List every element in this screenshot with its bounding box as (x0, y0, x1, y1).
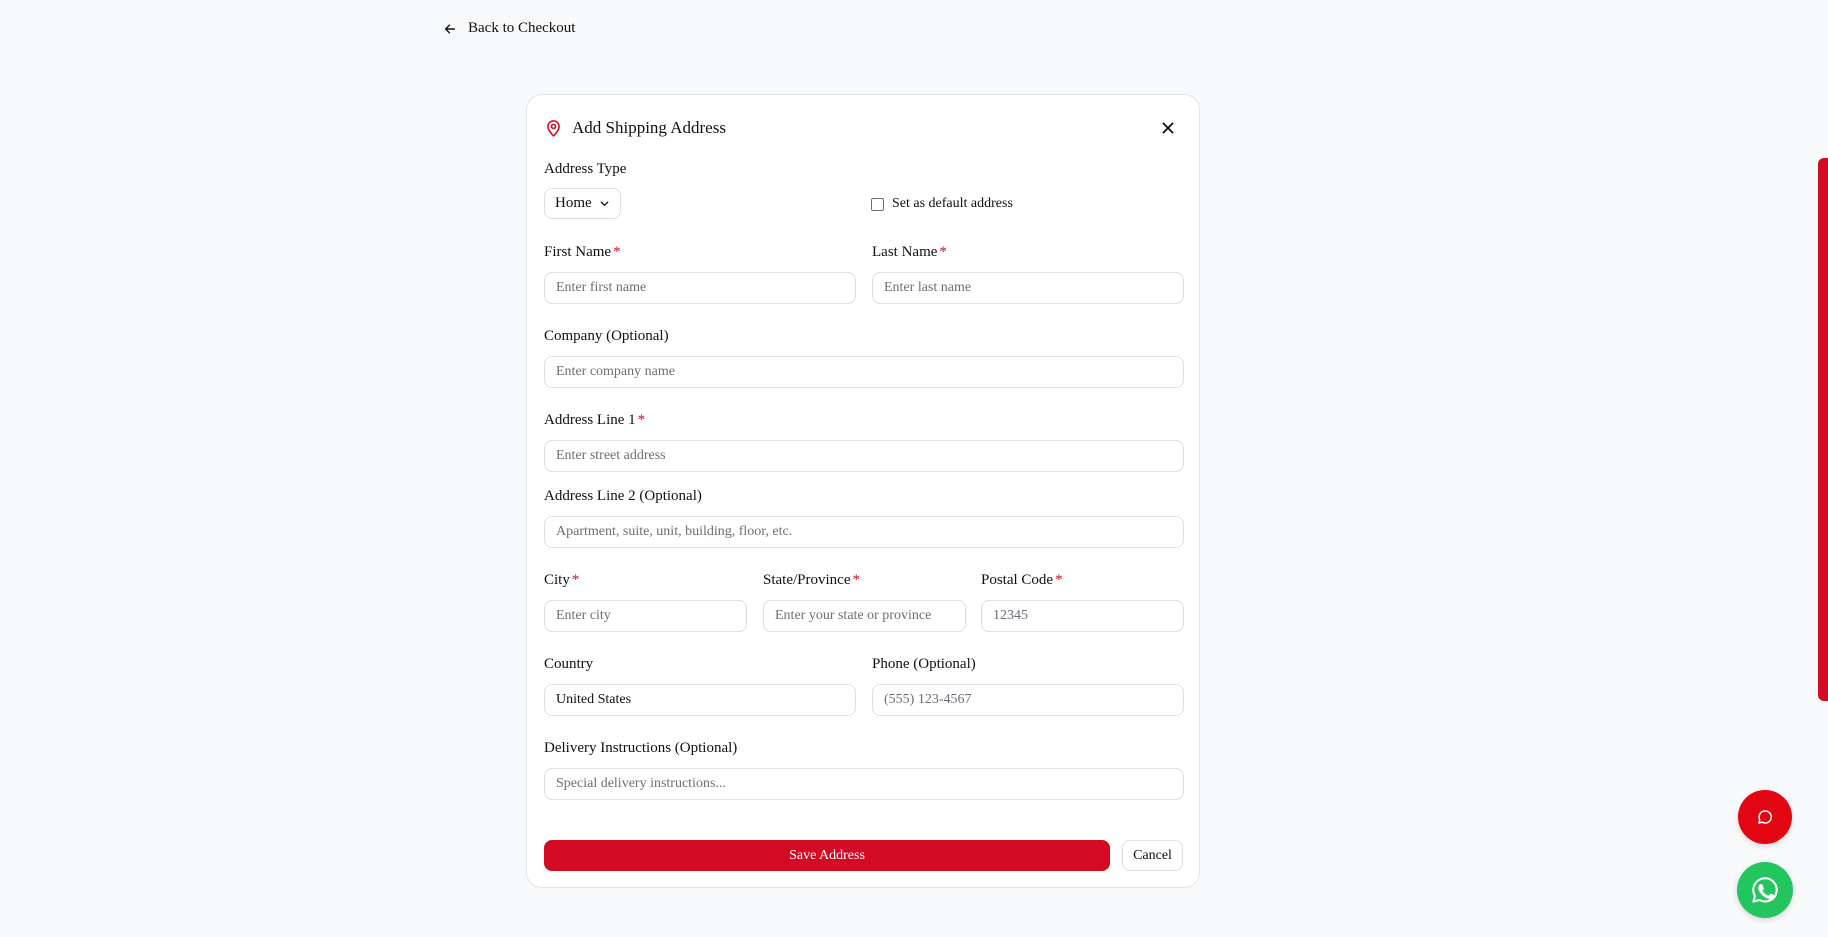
first-name-label: First Name * (544, 244, 621, 260)
default-address-label: Set as default address (892, 196, 1013, 211)
address-line1-label: Address Line 1 * (544, 412, 646, 428)
phone-field[interactable] (872, 684, 1184, 716)
delivery-instructions-label: Delivery Instructions (Optional) (544, 740, 738, 756)
close-icon[interactable] (1159, 119, 1177, 137)
required-marker: * (571, 572, 580, 588)
address-line1-field[interactable] (544, 440, 1184, 472)
whatsapp-icon (1752, 877, 1778, 903)
card-header: Add Shipping Address (544, 118, 726, 138)
address-type-value: Home (555, 195, 592, 211)
city-label: City * (544, 572, 580, 588)
required-marker: * (613, 244, 621, 260)
company-field[interactable] (544, 356, 1184, 388)
country-label: Country (544, 656, 594, 672)
chat-button[interactable] (1738, 790, 1792, 844)
phone-label: Phone (Optional) (872, 656, 976, 672)
company-label: Company (Optional) (544, 328, 669, 344)
state-label: State/Province * (763, 572, 860, 588)
cancel-button[interactable]: Cancel (1122, 840, 1183, 871)
address-line2-field[interactable] (544, 516, 1184, 548)
chat-bubble-icon (1758, 810, 1772, 824)
back-link-label: Back to Checkout (468, 20, 576, 36)
required-marker: * (637, 412, 646, 428)
arrow-left-icon (444, 23, 456, 34)
first-name-field[interactable] (544, 272, 856, 304)
add-address-card: Add Shipping Address Address Type Home S… (526, 94, 1200, 888)
map-pin-icon (547, 120, 560, 137)
required-marker: * (939, 244, 947, 260)
state-field[interactable] (763, 600, 966, 632)
postal-code-label: Postal Code * (981, 572, 1063, 588)
country-field[interactable] (544, 684, 856, 716)
last-name-field[interactable] (872, 272, 1184, 304)
default-address-option[interactable]: Set as default address (871, 196, 1013, 212)
back-to-checkout-link[interactable]: Back to Checkout (443, 20, 575, 37)
postal-code-field[interactable] (981, 600, 1184, 632)
address-line2-label: Address Line 2 (Optional) (544, 488, 702, 504)
required-marker: * (1055, 572, 1063, 588)
last-name-label: Last Name * (872, 244, 947, 260)
address-type-select[interactable]: Home (544, 188, 621, 219)
address-type-label: Address Type (544, 161, 627, 177)
required-marker: * (852, 572, 860, 588)
save-address-button[interactable]: Save Address (544, 840, 1110, 871)
delivery-instructions-field[interactable] (544, 768, 1184, 800)
chevron-down-icon (600, 201, 609, 206)
default-address-checkbox[interactable] (871, 197, 884, 211)
whatsapp-button[interactable] (1737, 862, 1793, 918)
card-title: Add Shipping Address (572, 118, 726, 137)
city-field[interactable] (544, 600, 747, 632)
scrollbar-thumb[interactable] (1818, 158, 1828, 701)
